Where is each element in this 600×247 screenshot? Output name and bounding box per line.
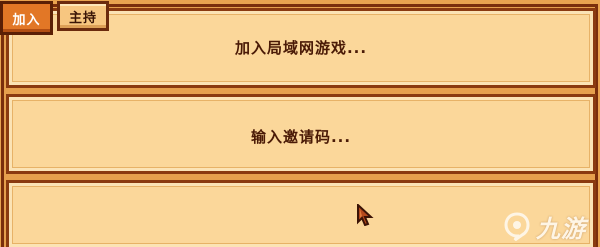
tab-join-label: 加入: [12, 12, 41, 28]
mouse-cursor-icon: [357, 204, 374, 226]
tab-host[interactable]: 主持: [57, 1, 109, 31]
join-lan-game-label: 加入局域网游戏...: [234, 38, 368, 57]
watermark: 九游: [502, 209, 586, 243]
watermark-text: 九游: [536, 214, 586, 243]
enter-invite-code-button[interactable]: 输入邀请码...: [6, 94, 596, 174]
jiuyou-logo-icon: [504, 212, 530, 241]
tab-host-label: 主持: [68, 10, 97, 26]
game-menu-frame: 加入 主持 加入局域网游戏... 输入邀请码... 九游: [0, 0, 600, 247]
enter-invite-code-label: 输入邀请码...: [250, 127, 352, 146]
tab-join[interactable]: 加入: [0, 1, 53, 35]
